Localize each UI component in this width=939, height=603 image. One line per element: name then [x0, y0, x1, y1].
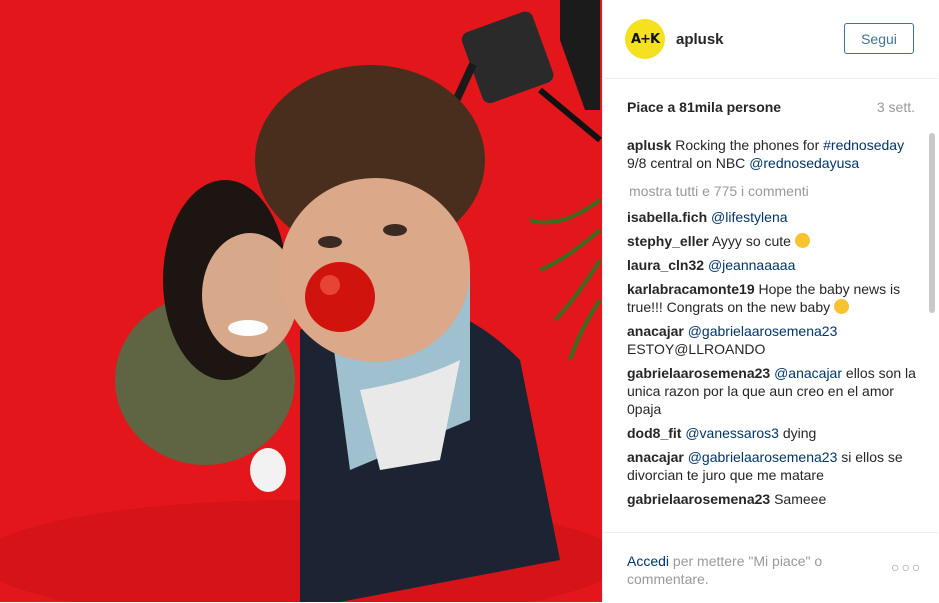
comment-author[interactable]: gabrielaarosemena23	[627, 365, 770, 381]
post-side-panel: A+K aplusk Segui Piace a 81mila persone …	[602, 0, 939, 602]
photo-illustration	[0, 0, 602, 602]
comment-item: gabrielaarosemena23 @anacajar ellos son …	[627, 364, 917, 418]
comment-text: Ayyy so cute	[711, 233, 791, 249]
comments-list: aplusk Rocking the phones for #rednoseda…	[627, 136, 917, 536]
comment-text: Sameee	[774, 491, 827, 507]
comment-mention[interactable]: @vanessaros3	[685, 425, 779, 441]
follow-button[interactable]: Segui	[844, 23, 914, 54]
show-all-comments-link[interactable]: mostra tutti e 775 i commenti	[629, 182, 917, 200]
comment-item: dod8_fit @vanessaros3 dying	[627, 424, 917, 442]
comment-text: ESTOY@LLROANDO	[627, 341, 766, 357]
comment-mention[interactable]: @anacajar	[774, 365, 842, 381]
comment-text: dying	[782, 425, 817, 441]
comment-author[interactable]: gabrielaarosemena23	[627, 491, 770, 507]
login-link[interactable]: Accedi	[627, 553, 669, 569]
comment-author[interactable]: laura_cln32	[627, 257, 704, 273]
comment-mention[interactable]: @gabrielaarosemena23	[688, 449, 838, 465]
comment-author[interactable]: dod8_fit	[627, 425, 681, 441]
heart-eyes-emoji-icon	[834, 299, 850, 314]
login-prompt: Accedi per mettere "Mi piace" o commenta…	[627, 552, 867, 588]
post-time[interactable]: 3 sett.	[877, 99, 915, 115]
caption-mention[interactable]: @rednosedayusa	[749, 155, 859, 171]
caption: aplusk Rocking the phones for #rednoseda…	[627, 136, 917, 172]
comments-scrollbar[interactable]	[929, 133, 935, 313]
likes-count[interactable]: Piace a 81mila persone	[627, 99, 781, 115]
comment-author[interactable]: isabella.fich	[627, 209, 707, 225]
comment-mention[interactable]: @jeannaaaaa	[708, 257, 795, 273]
comment-author[interactable]: stephy_eller	[627, 233, 709, 249]
post-header: A+K aplusk Segui	[603, 0, 938, 79]
comment-mention[interactable]: @gabrielaarosemena23	[688, 323, 838, 339]
comment-mention[interactable]: @lifestylena	[711, 209, 787, 225]
avatar[interactable]: A+K	[625, 19, 665, 59]
likes-row: Piace a 81mila persone 3 sett.	[627, 99, 915, 115]
post-footer: Accedi per mettere "Mi piace" o commenta…	[603, 532, 938, 603]
ellipsis-icon[interactable]: ○○○	[891, 559, 922, 575]
comment-item: karlabracamonte19 Hope the baby news is …	[627, 280, 917, 316]
username-link[interactable]: aplusk	[676, 31, 724, 48]
comment-item: gabrielaarosemena23 Sameee	[627, 490, 917, 508]
caption-text: Rocking the phones for	[675, 137, 820, 153]
comment-item: laura_cln32 @jeannaaaaa	[627, 256, 917, 274]
comment-author[interactable]: anacajar	[627, 449, 684, 465]
caption-author[interactable]: aplusk	[627, 137, 671, 153]
comment-item: stephy_eller Ayyy so cute	[627, 232, 917, 250]
comment-author[interactable]: anacajar	[627, 323, 684, 339]
cat-heart-eyes-emoji-icon	[794, 233, 810, 248]
comment-item: isabella.fich @lifestylena	[627, 208, 917, 226]
post-photo[interactable]	[0, 0, 602, 602]
comment-item: anacajar @gabrielaarosemena23 si ellos s…	[627, 448, 917, 484]
comment-author[interactable]: karlabracamonte19	[627, 281, 755, 297]
caption-text-after: 9/8 central on NBC	[627, 155, 746, 171]
comment-item: anacajar @gabrielaarosemena23 ESTOY@LLRO…	[627, 322, 917, 358]
caption-hashtag[interactable]: #rednoseday	[823, 137, 904, 153]
